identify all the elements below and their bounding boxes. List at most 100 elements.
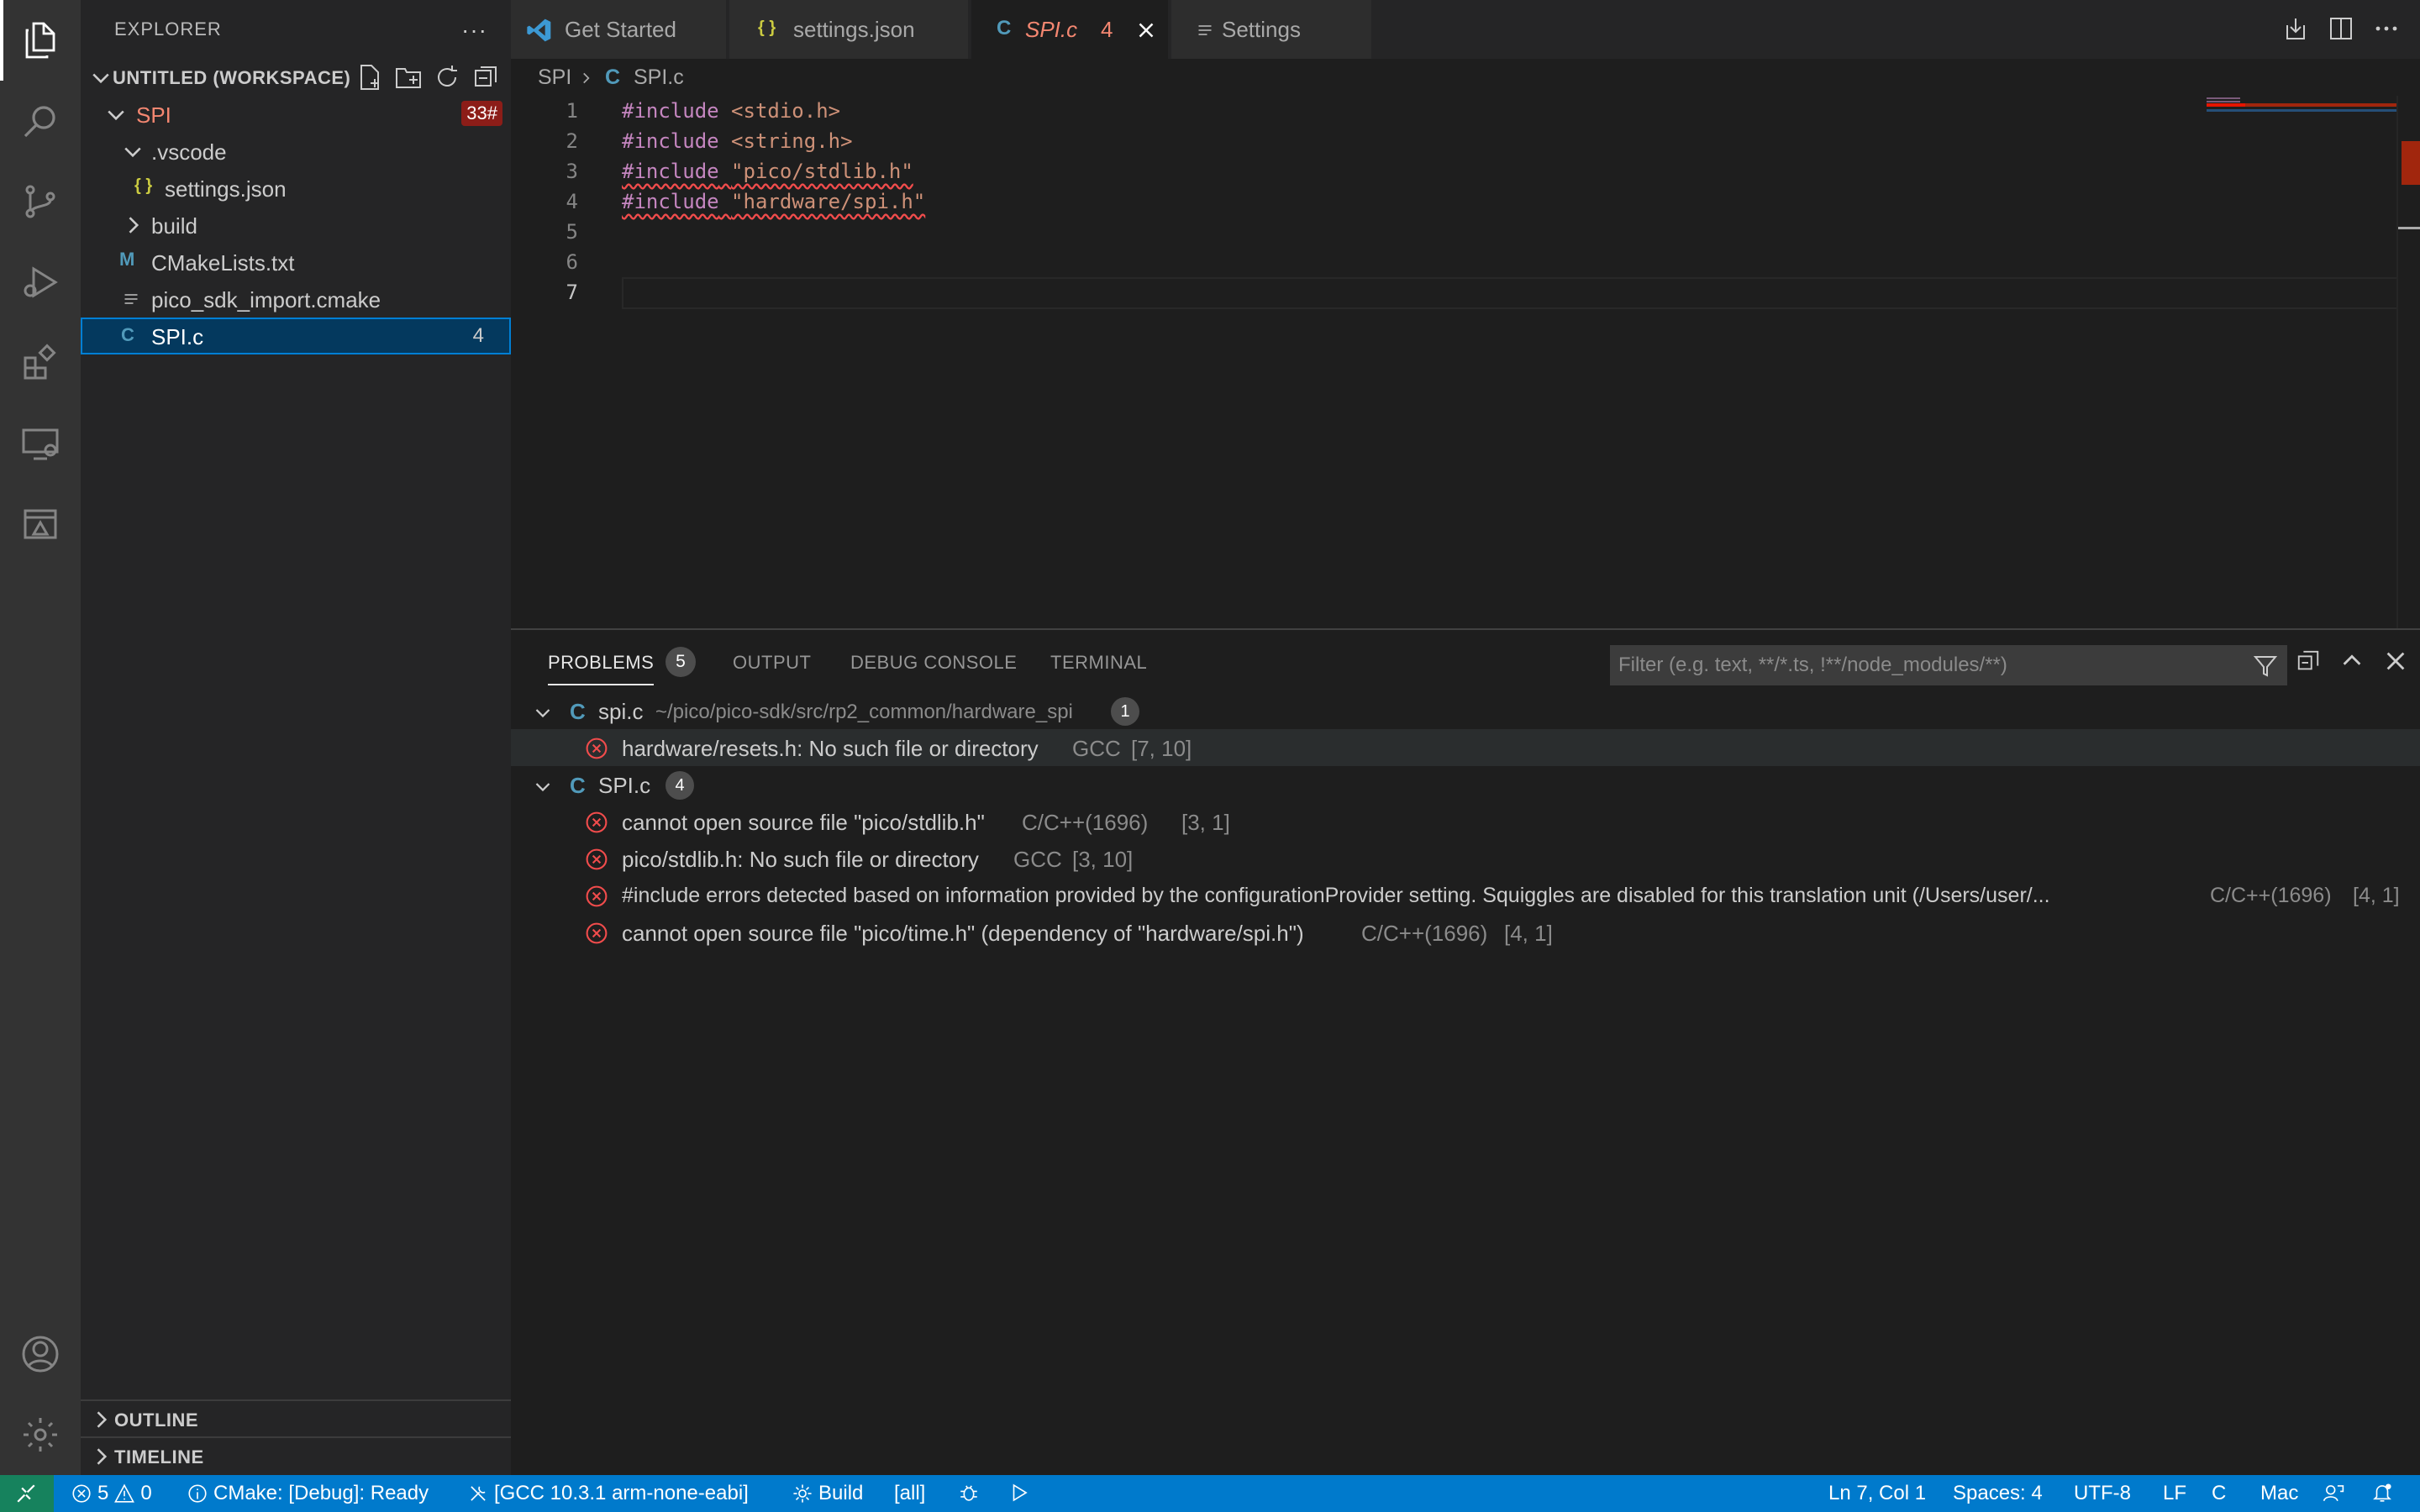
tree-file-settings-json[interactable]: { } settings.json <box>81 170 511 207</box>
new-file-icon[interactable] <box>356 64 383 91</box>
tree-file-cmakelists[interactable]: M CMakeLists.txt <box>81 244 511 281</box>
tree-folder-vscode[interactable]: .vscode <box>81 133 511 170</box>
timeline-section[interactable]: TIMELINE <box>81 1436 511 1473</box>
more-actions-icon[interactable]: ··· <box>461 17 487 44</box>
problem-source: C/C++(1696) <box>1361 921 1488 946</box>
problem-row[interactable]: #include errors detected based on inform… <box>511 877 2420 914</box>
problems-status[interactable]: 5 0 <box>71 1482 152 1505</box>
tree-file-spi-c[interactable]: C SPI.c 4 <box>81 318 511 354</box>
problem-row[interactable]: cannot open source file "pico/stdlib.h" … <box>511 803 2420 840</box>
collapse-all-icon[interactable] <box>472 64 499 91</box>
run-button[interactable] <box>1008 1482 1030 1504</box>
cursor-position[interactable]: Ln 7, Col 1 <box>1828 1482 1926 1505</box>
feedback-icon[interactable] <box>2323 1482 2344 1504</box>
keyword: #include <box>622 99 719 123</box>
cmake-icon[interactable] <box>0 484 81 564</box>
current-line-highlight <box>622 277 2420 309</box>
text-file-icon <box>124 294 138 304</box>
problems-panel: PROBLEMS 5 OUTPUT DEBUG CONSOLE TERMINAL… <box>511 628 2420 1475</box>
code-line[interactable]: #include "hardware/spi.h" <box>622 190 925 213</box>
problem-file-row[interactable]: C spi.c ~/pico/pico-sdk/src/rp2_common/h… <box>511 692 2420 729</box>
tree-label: SPI.c <box>151 324 204 349</box>
code-line[interactable]: #include <stdio.h> <box>622 99 840 123</box>
tab-debug-console[interactable]: DEBUG CONSOLE <box>850 652 1017 674</box>
tab-label: settings.json <box>793 17 915 42</box>
build-button[interactable]: Build <box>792 1482 863 1505</box>
code-editor[interactable]: 1 2 3 4 5 6 7 #include <stdio.h> #includ… <box>511 96 2420 628</box>
debug-button[interactable] <box>958 1482 980 1504</box>
run-debug-icon[interactable] <box>0 242 81 323</box>
filter-input[interactable] <box>1618 650 2223 680</box>
editor-tabs: Get Started { } settings.json C SPI.c 4 … <box>511 0 2420 59</box>
code-line[interactable]: #include <string.h> <box>622 129 853 153</box>
tab-settings-json[interactable]: { } settings.json <box>729 0 970 59</box>
tab-label: Settings <box>1222 17 1301 42</box>
remote-indicator[interactable] <box>0 1475 54 1512</box>
filter-icon[interactable] <box>2252 652 2279 679</box>
problem-source: C/C++(1696) <box>2210 884 2332 907</box>
chevron-down-icon <box>535 709 550 718</box>
tab-spi-c[interactable]: C SPI.c 4 <box>971 0 1170 59</box>
code-line[interactable]: #include "pico/stdlib.h" <box>622 160 913 183</box>
split-editor-icon[interactable] <box>2328 15 2354 42</box>
files-icon[interactable] <box>0 0 81 81</box>
more-actions-icon[interactable] <box>2373 15 2400 42</box>
manage-gear-icon[interactable] <box>0 1394 81 1475</box>
tab-settings[interactable]: Settings <box>1171 0 1373 59</box>
cmake-status[interactable]: CMake: [Debug]: Ready <box>187 1482 429 1505</box>
search-icon[interactable] <box>0 81 81 161</box>
account-icon[interactable] <box>0 1314 81 1394</box>
explorer-sidebar: EXPLORER ··· UNTITLED (WORKSPACE) SPI 33… <box>81 0 511 1475</box>
include-path: <string.h> <box>731 129 853 153</box>
remote-explorer-icon[interactable] <box>0 403 81 484</box>
tab-output[interactable]: OUTPUT <box>733 652 811 674</box>
problem-row[interactable]: pico/stdlib.h: No such file or directory… <box>511 840 2420 877</box>
minimap[interactable] <box>2202 96 2396 121</box>
close-icon[interactable] <box>1136 20 1156 40</box>
c-file-icon: C <box>570 773 586 798</box>
tree-label: .vscode <box>151 139 227 165</box>
breadcrumb: SPI C SPI.c <box>511 59 2420 96</box>
tab-get-started[interactable]: Get Started <box>511 0 728 59</box>
workspace-header[interactable]: UNTITLED (WORKSPACE) <box>81 59 511 96</box>
refresh-icon[interactable] <box>434 64 460 91</box>
problem-row[interactable]: cannot open source file "pico/time.h" (d… <box>511 914 2420 951</box>
problem-position: [3, 10] <box>1072 847 1134 872</box>
open-changes-icon[interactable] <box>2282 15 2309 42</box>
editor-scrollbar[interactable] <box>2396 96 2420 628</box>
problem-row[interactable]: hardware/resets.h: No such file or direc… <box>511 729 2420 766</box>
json-file-icon: { } <box>134 176 153 195</box>
chevron-down-icon <box>92 73 109 84</box>
cmake-kit[interactable]: [GCC 10.3.1 arm-none-eabi] <box>467 1482 749 1505</box>
breadcrumb-folder[interactable]: SPI <box>538 66 571 90</box>
warning-count: 0 <box>140 1482 152 1504</box>
outline-section[interactable]: OUTLINE <box>81 1399 511 1436</box>
timeline-title: TIMELINE <box>114 1446 204 1467</box>
c-file-icon: C <box>605 66 621 89</box>
source-control-icon[interactable] <box>0 161 81 242</box>
breadcrumb-file[interactable]: SPI.c <box>634 66 684 90</box>
line-ending[interactable]: LF <box>2163 1482 2186 1505</box>
tree-folder-build[interactable]: build <box>81 207 511 244</box>
info-icon <box>188 1484 207 1503</box>
platform[interactable]: Mac <box>2260 1482 2298 1505</box>
indentation[interactable]: Spaces: 4 <box>1953 1482 2043 1505</box>
tree-folder-spi[interactable]: SPI 33# <box>81 96 511 133</box>
close-panel-icon[interactable] <box>2383 648 2408 674</box>
notifications-bell-icon[interactable] <box>2371 1482 2393 1504</box>
problem-file-row[interactable]: C SPI.c 4 <box>511 766 2420 803</box>
collapse-all-icon[interactable] <box>2296 648 2321 674</box>
encoding[interactable]: UTF-8 <box>2074 1482 2131 1505</box>
build-target[interactable]: [all] <box>894 1482 925 1505</box>
problems-filter <box>1610 645 2287 685</box>
extensions-icon[interactable] <box>0 323 81 403</box>
vscode-logo-icon <box>527 18 551 42</box>
tab-problems[interactable]: PROBLEMS <box>548 652 655 685</box>
activity-bar <box>0 0 81 1475</box>
tree-file-pico-sdk-import[interactable]: pico_sdk_import.cmake <box>81 281 511 318</box>
language-mode[interactable]: C <box>2212 1482 2226 1505</box>
include-path: "hardware/spi.h" <box>731 190 926 213</box>
tab-terminal[interactable]: TERMINAL <box>1050 652 1147 674</box>
maximize-panel-icon[interactable] <box>2339 648 2365 674</box>
new-folder-icon[interactable] <box>395 64 422 91</box>
